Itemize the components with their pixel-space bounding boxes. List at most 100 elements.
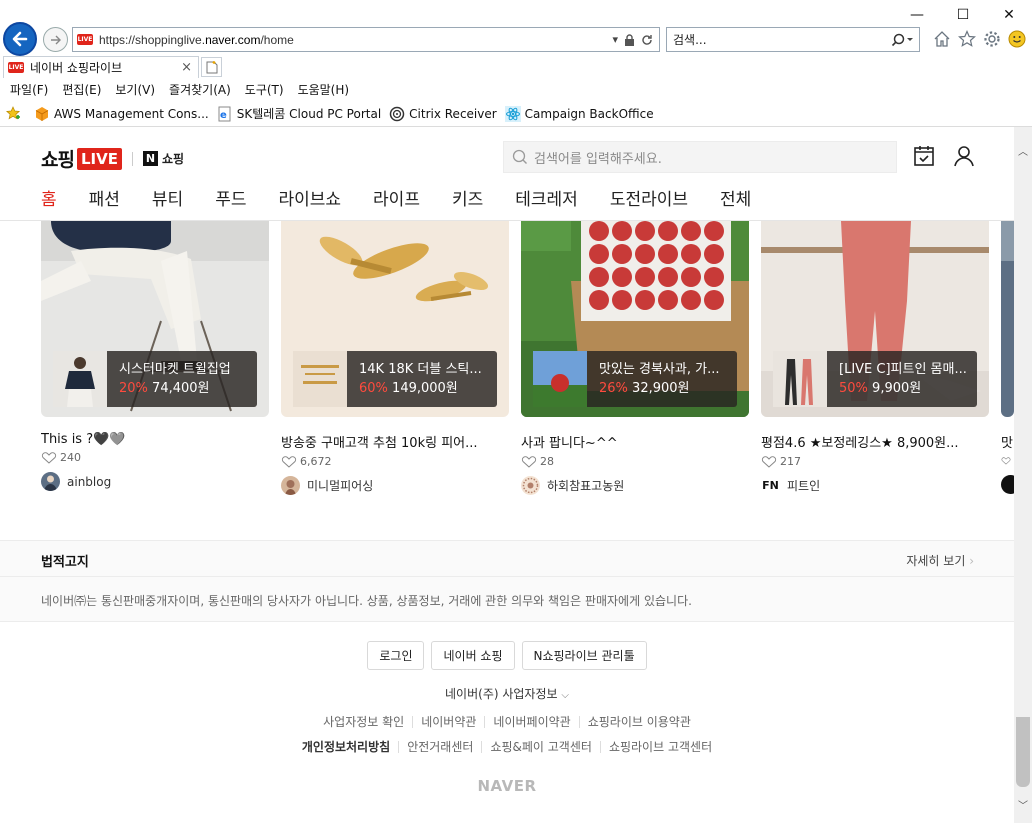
svg-text:e: e bbox=[220, 110, 227, 121]
tab-food[interactable]: 푸드 bbox=[215, 185, 246, 210]
live-thumbnail[interactable]: 맛있는 경북사과, 가... 26% 32,900원 bbox=[521, 221, 749, 417]
back-arrow-icon bbox=[12, 31, 28, 47]
search-icon[interactable] bbox=[891, 33, 913, 47]
menu-file[interactable]: 파일(F) bbox=[10, 81, 48, 98]
footer-link[interactable]: 개인정보처리방침 bbox=[294, 741, 398, 753]
legal-notice-header: 법적고지 자세히 보기 › bbox=[0, 540, 1014, 577]
favorite-aws[interactable]: AWS Management Cons... bbox=[34, 106, 209, 122]
favorites-bar-icon[interactable] bbox=[6, 105, 26, 122]
footer-link[interactable]: 네이버페이약관 bbox=[484, 716, 578, 728]
live-title[interactable]: 맛 bbox=[1001, 432, 1014, 451]
seller-info[interactable] bbox=[1001, 475, 1014, 494]
menu-edit[interactable]: 편집(E) bbox=[62, 81, 101, 98]
tab-fashion[interactable]: 패션 bbox=[89, 185, 120, 210]
live-card[interactable]: [LIVE C]피트인 몸매... 50% 9,900원 평점4.6 ★보정레깅스… bbox=[761, 221, 989, 495]
favorite-sk-cloud-pc[interactable]: e SK텔레콤 Cloud PC Portal bbox=[217, 105, 381, 122]
footer-link[interactable]: 안전거래센터 bbox=[398, 741, 481, 753]
menu-help[interactable]: 도움말(H) bbox=[298, 81, 350, 98]
shoppinglive-admin-button[interactable]: N쇼핑라이브 관리툴 bbox=[521, 641, 647, 670]
favorite-campaign-backoffice[interactable]: Campaign BackOffice bbox=[504, 105, 654, 122]
scroll-up-icon[interactable]: ︿ bbox=[1014, 141, 1032, 159]
footer-links-row1: 사업자정보 확인 네이버약관 네이버페이약관 쇼핑라이브 이용약관 bbox=[0, 716, 1014, 728]
tab-challenge-live[interactable]: 도전라이브 bbox=[610, 185, 688, 210]
menu-tools[interactable]: 도구(T) bbox=[245, 81, 284, 98]
search-icon bbox=[512, 149, 527, 164]
tab-tech-leisure[interactable]: 테크레저 bbox=[515, 185, 578, 210]
live-product-info[interactable]: 맛있는 경북사과, 가... 26% 32,900원 bbox=[533, 351, 737, 407]
page-viewport: 쇼핑 LIVE N 쇼핑 검색어를 입력해주세요. 홈 패션 뷰티 푸드 라이브… bbox=[0, 127, 1014, 823]
site-favicon-icon: LIVE bbox=[77, 34, 93, 45]
seller-info[interactable]: 하회참표고농원 bbox=[521, 476, 749, 495]
footer-link[interactable]: 네이버약관 bbox=[412, 716, 484, 728]
address-bar[interactable]: LIVE https://shoppinglive.naver.com/home… bbox=[72, 27, 660, 52]
favorite-citrix[interactable]: Citrix Receiver bbox=[389, 106, 497, 122]
forward-arrow-icon bbox=[50, 35, 61, 44]
forward-button[interactable] bbox=[43, 27, 68, 52]
heart-icon bbox=[1001, 457, 1011, 465]
heart-icon bbox=[41, 451, 57, 464]
user-profile-icon[interactable] bbox=[952, 144, 976, 168]
tab-home[interactable]: 홈 bbox=[41, 185, 57, 210]
legal-more-link[interactable]: 자세히 보기 › bbox=[906, 552, 974, 569]
footer-link[interactable]: 쇼핑라이브 이용약관 bbox=[578, 716, 699, 728]
naver-logo[interactable]: NAVER bbox=[0, 777, 1014, 795]
seller-info[interactable]: 미니멀피어싱 bbox=[281, 476, 509, 495]
live-title[interactable]: This is ?🖤🩶 bbox=[41, 432, 267, 447]
login-button[interactable]: 로그인 bbox=[367, 641, 425, 670]
aws-cube-icon bbox=[34, 106, 50, 122]
browser-search-input[interactable]: 검색... bbox=[666, 27, 920, 52]
live-card[interactable]: 시스터마켓 트윌집업 20% 74,400원 This is ?🖤🩶 240 ai… bbox=[41, 221, 269, 491]
url-text[interactable]: https://shoppinglive.naver.com/home bbox=[99, 33, 612, 47]
live-product-info[interactable]: 시스터마켓 트윌집업 20% 74,400원 bbox=[53, 351, 257, 407]
tab-shoppinglive[interactable]: LIVE 네이버 쇼핑라이브 × bbox=[3, 56, 199, 78]
tab-life[interactable]: 라이프 bbox=[373, 185, 420, 210]
footer-link[interactable]: 사업자정보 확인 bbox=[315, 716, 412, 728]
heart-icon bbox=[281, 455, 297, 468]
settings-gear-icon[interactable] bbox=[982, 29, 1001, 48]
new-tab-button[interactable] bbox=[201, 57, 222, 77]
live-title[interactable]: 방송중 구매고객 추첨 10k링 피어... bbox=[281, 432, 507, 451]
live-title[interactable]: 사과 팝니다~^^ bbox=[521, 432, 747, 451]
scroll-down-icon[interactable]: ﹀ bbox=[1014, 795, 1032, 813]
footer-link[interactable]: 쇼핑라이브 고객센터 bbox=[599, 741, 720, 753]
live-product-info[interactable]: [LIVE C]피트인 몸매... 50% 9,900원 bbox=[773, 351, 977, 407]
seller-info[interactable]: ainblog bbox=[41, 472, 269, 491]
menu-bar: 파일(F) 편집(E) 보기(V) 즐겨찾기(A) 도구(T) 도움말(H) bbox=[0, 78, 1032, 100]
live-thumbnail[interactable]: 14K 18K 더블 스틱... 60% 149,000원 bbox=[281, 221, 509, 417]
menu-favorites[interactable]: 즐겨찾기(A) bbox=[169, 81, 231, 98]
scroll-thumb[interactable] bbox=[1016, 717, 1030, 787]
live-title[interactable]: 평점4.6 ★보정레깅스★ 8,900원... bbox=[761, 432, 987, 451]
footer-link[interactable]: 쇼핑&페이 고객센터 bbox=[481, 741, 600, 753]
like-count bbox=[1001, 455, 1014, 467]
back-button[interactable] bbox=[3, 22, 37, 56]
tab-kids[interactable]: 키즈 bbox=[452, 185, 483, 210]
vertical-scrollbar[interactable]: ︿ ﹀ bbox=[1014, 127, 1032, 823]
live-thumbnail[interactable]: 시스터마켓 트윌집업 20% 74,400원 bbox=[41, 221, 269, 417]
business-info-toggle[interactable]: 네이버(주) 사업자정보 ⌵ bbox=[0, 685, 1014, 702]
site-search-input[interactable]: 검색어를 입력해주세요. bbox=[503, 141, 897, 173]
shoppinglive-logo[interactable]: 쇼핑 LIVE N 쇼핑 bbox=[41, 145, 184, 172]
close-tab-icon[interactable]: × bbox=[181, 60, 198, 75]
tab-liveshow[interactable]: 라이브쇼 bbox=[278, 185, 341, 210]
calendar-check-icon[interactable] bbox=[912, 144, 936, 168]
live-thumbnail[interactable] bbox=[1001, 221, 1014, 417]
seller-avatar bbox=[521, 476, 540, 495]
home-icon[interactable] bbox=[932, 29, 951, 48]
live-card[interactable]: 14K 18K 더블 스틱... 60% 149,000원 방송중 구매고객 추첨… bbox=[281, 221, 509, 495]
favorites-star-icon[interactable] bbox=[957, 29, 976, 48]
naver-shopping-button[interactable]: 네이버 쇼핑 bbox=[431, 641, 515, 670]
chevron-down-icon: ⌵ bbox=[561, 690, 569, 701]
menu-view[interactable]: 보기(V) bbox=[115, 81, 155, 98]
seller-info[interactable]: FN 피트인 bbox=[761, 476, 989, 495]
live-card[interactable]: 맛있는 경북사과, 가... 26% 32,900원 사과 팝니다~^^ 28 하… bbox=[521, 221, 749, 495]
tab-all[interactable]: 전체 bbox=[720, 185, 751, 210]
live-thumbnail[interactable]: [LIVE C]피트인 몸매... 50% 9,900원 bbox=[761, 221, 989, 417]
refresh-icon[interactable] bbox=[641, 34, 653, 46]
feedback-smiley-icon[interactable] bbox=[1007, 29, 1026, 48]
dropdown-arrow-icon[interactable]: ▾ bbox=[612, 33, 618, 46]
like-count: 217 bbox=[761, 455, 989, 468]
tab-beauty[interactable]: 뷰티 bbox=[152, 185, 183, 210]
live-card[interactable]: 맛 bbox=[1001, 221, 1014, 494]
favorites-bar: AWS Management Cons... e SK텔레콤 Cloud PC … bbox=[0, 101, 1032, 127]
live-product-info[interactable]: 14K 18K 더블 스틱... 60% 149,000원 bbox=[293, 351, 497, 407]
